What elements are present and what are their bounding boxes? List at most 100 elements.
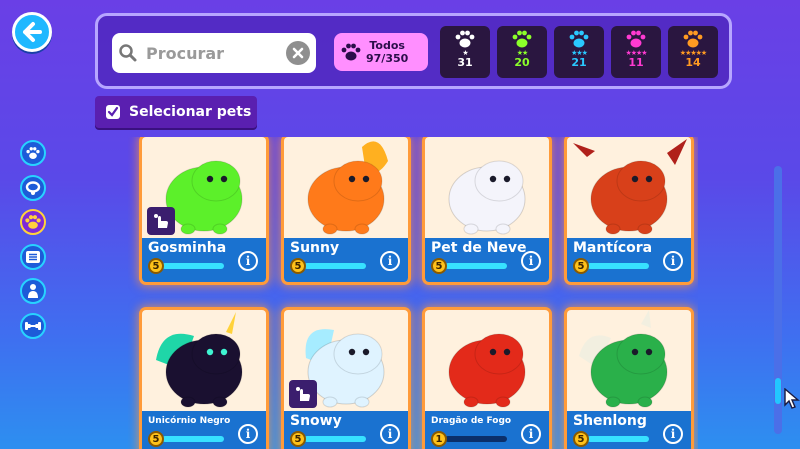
- pet-image: [448, 160, 526, 235]
- pet-card[interactable]: Unicórnio Negro 5 i: [142, 310, 266, 449]
- pet-name: Snowy: [290, 413, 342, 429]
- pet-card[interactable]: Pet de Neve 5 i: [425, 137, 549, 282]
- paw-icon: [512, 30, 532, 48]
- side-nav-collar-button[interactable]: [20, 175, 46, 201]
- select-pets-button[interactable]: Selecionar pets: [95, 96, 257, 128]
- info-button[interactable]: i: [238, 251, 258, 271]
- pet-xp-bar: [587, 436, 649, 442]
- dumbbell-icon: [24, 320, 42, 332]
- pet-xp-bar: [304, 263, 366, 269]
- equipped-badge: [147, 207, 175, 235]
- close-icon: [292, 47, 304, 59]
- pet-card[interactable]: Dragão de Fogo 1 i: [425, 310, 549, 449]
- pet-image: [156, 312, 243, 408]
- filter-all[interactable]: Todos 97/350: [334, 33, 428, 71]
- rarity-filter-1[interactable]: ★ 31: [440, 26, 490, 78]
- info-icon: i: [528, 254, 534, 268]
- paw-icon: [341, 43, 361, 61]
- pet-name: Pet de Neve: [431, 240, 527, 256]
- paw-icon: [569, 30, 589, 48]
- info-icon: i: [387, 427, 393, 441]
- pet-info-bar: Pet de Neve 5 i: [425, 238, 549, 282]
- pet-xp-bar: [587, 263, 649, 269]
- pet-image: [579, 310, 668, 408]
- paw-icon: [25, 146, 41, 160]
- pet-card[interactable]: Snowy 5 i: [284, 310, 408, 449]
- pet-name: Gosminha: [148, 240, 227, 256]
- info-button[interactable]: i: [663, 251, 683, 271]
- rarity-filter-5[interactable]: ★★★★★ 14: [668, 26, 718, 78]
- info-button[interactable]: i: [663, 424, 683, 444]
- side-nav-paw-button[interactable]: [20, 140, 46, 166]
- filter-all-count: 97/350: [366, 52, 409, 65]
- pet-info-bar: Snowy 5 i: [284, 411, 408, 449]
- scrollbar-thumb[interactable]: [775, 378, 781, 404]
- info-button[interactable]: i: [380, 424, 400, 444]
- hand-icon: [296, 387, 310, 401]
- pet-image: [573, 139, 687, 235]
- paw-icon: [626, 30, 646, 48]
- pet-level: 1: [431, 431, 447, 447]
- pet-info-bar: Shenlong 5 i: [567, 411, 691, 449]
- info-icon: i: [528, 427, 534, 441]
- pet-level: 5: [290, 431, 306, 447]
- pet-name: Dragão de Fogo: [431, 416, 512, 426]
- info-button[interactable]: i: [521, 424, 541, 444]
- pet-level: 5: [148, 258, 164, 274]
- pet-level: 5: [148, 431, 164, 447]
- pet-xp-bar: [445, 436, 507, 442]
- rarity-count: 31: [457, 56, 473, 69]
- pet-info-bar: Dragão de Fogo 1 i: [425, 411, 549, 449]
- pet-name: Sunny: [290, 240, 340, 256]
- clear-search-button[interactable]: [286, 41, 310, 65]
- pet-card[interactable]: Gosminha 5 i: [142, 137, 266, 282]
- info-button[interactable]: i: [380, 251, 400, 271]
- back-button[interactable]: [12, 12, 52, 52]
- paw-icon: [683, 30, 703, 48]
- paw-group-icon: [24, 214, 42, 230]
- side-nav-dumbbell-button[interactable]: [20, 313, 46, 339]
- search-input[interactable]: Procurar: [112, 33, 316, 73]
- pet-xp-bar: [304, 436, 366, 442]
- info-icon: i: [387, 254, 393, 268]
- info-icon: i: [670, 254, 676, 268]
- rarity-count: 11: [628, 56, 644, 69]
- pet-level: 5: [573, 258, 589, 274]
- info-icon: i: [245, 254, 251, 268]
- person-icon: [26, 283, 40, 299]
- arrow-left-icon: [23, 22, 42, 42]
- rarity-count: 14: [685, 56, 701, 69]
- pet-card[interactable]: Shenlong 5 i: [567, 310, 691, 449]
- pet-card[interactable]: Mantícora 5 i: [567, 137, 691, 282]
- pet-info-bar: Gosminha 5 i: [142, 238, 266, 282]
- rarity-count: 20: [514, 56, 530, 69]
- pet-level: 5: [431, 258, 447, 274]
- pet-info-bar: Unicórnio Negro 5 i: [142, 411, 266, 449]
- info-button[interactable]: i: [238, 424, 258, 444]
- pet-xp-bar: [162, 436, 224, 442]
- pet-level: 5: [290, 258, 306, 274]
- side-nav-list-button[interactable]: [20, 244, 46, 270]
- pet-xp-bar: [445, 263, 507, 269]
- pet-image: [448, 333, 526, 408]
- pet-info-bar: Mantícora 5 i: [567, 238, 691, 282]
- search-placeholder: Procurar: [146, 43, 225, 63]
- pet-name: Unicórnio Negro: [148, 416, 231, 426]
- rarity-filter-2[interactable]: ★★ 20: [497, 26, 547, 78]
- rarity-filter-3[interactable]: ★★★ 21: [554, 26, 604, 78]
- list-icon: [25, 250, 41, 264]
- pet-image: [307, 141, 388, 235]
- pet-xp-bar: [162, 263, 224, 269]
- filter-bar: Procurar Todos 97/350 ★ 31 ★★ 20 ★★★ 21 ★★★★ 11…: [95, 13, 732, 89]
- rarity-filter-4[interactable]: ★★★★ 11: [611, 26, 661, 78]
- cursor-icon: [784, 388, 800, 409]
- equipped-badge: [289, 380, 317, 408]
- pet-name: Shenlong: [573, 413, 647, 429]
- hand-icon: [154, 214, 168, 228]
- side-nav-paw-group-button[interactable]: [20, 209, 46, 235]
- side-nav-person-button[interactable]: [20, 278, 46, 304]
- info-button[interactable]: i: [521, 251, 541, 271]
- pet-card[interactable]: Sunny 5 i: [284, 137, 408, 282]
- filter-all-label: Todos: [369, 39, 405, 52]
- select-pets-label: Selecionar pets: [129, 104, 252, 120]
